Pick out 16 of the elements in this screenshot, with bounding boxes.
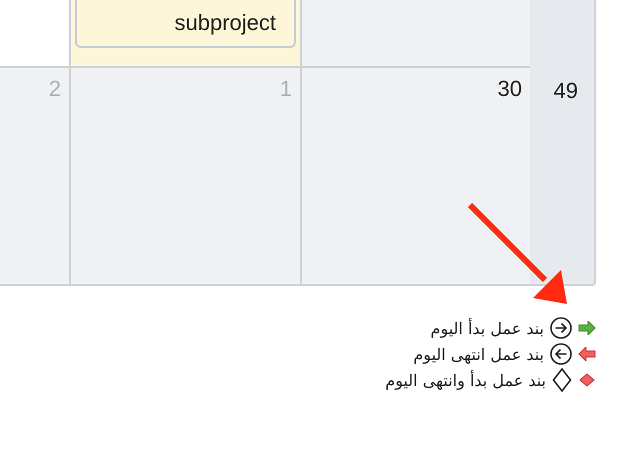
day-cell[interactable]: 30 — [300, 68, 530, 284]
day-number: 2 — [48, 76, 61, 102]
event-card[interactable]: subproject — [75, 0, 296, 48]
diamond-outline-icon — [552, 368, 572, 392]
circle-arrow-right-icon — [550, 317, 572, 339]
legend-label: بند عمل بدأ وانتهى اليوم — [385, 370, 546, 390]
legend-label: بند عمل انتهى اليوم — [413, 344, 544, 364]
arrow-right-icon — [578, 321, 596, 335]
week-number: 49 — [554, 78, 578, 104]
legend-label: بند عمل بدأ اليوم — [430, 318, 544, 338]
day-cell[interactable] — [300, 0, 530, 68]
arrow-left-icon — [578, 347, 596, 361]
circle-arrow-left-icon — [550, 343, 572, 365]
day-number: 1 — [280, 76, 292, 102]
diamond-icon — [578, 373, 596, 387]
day-number: 30 — [498, 76, 522, 102]
